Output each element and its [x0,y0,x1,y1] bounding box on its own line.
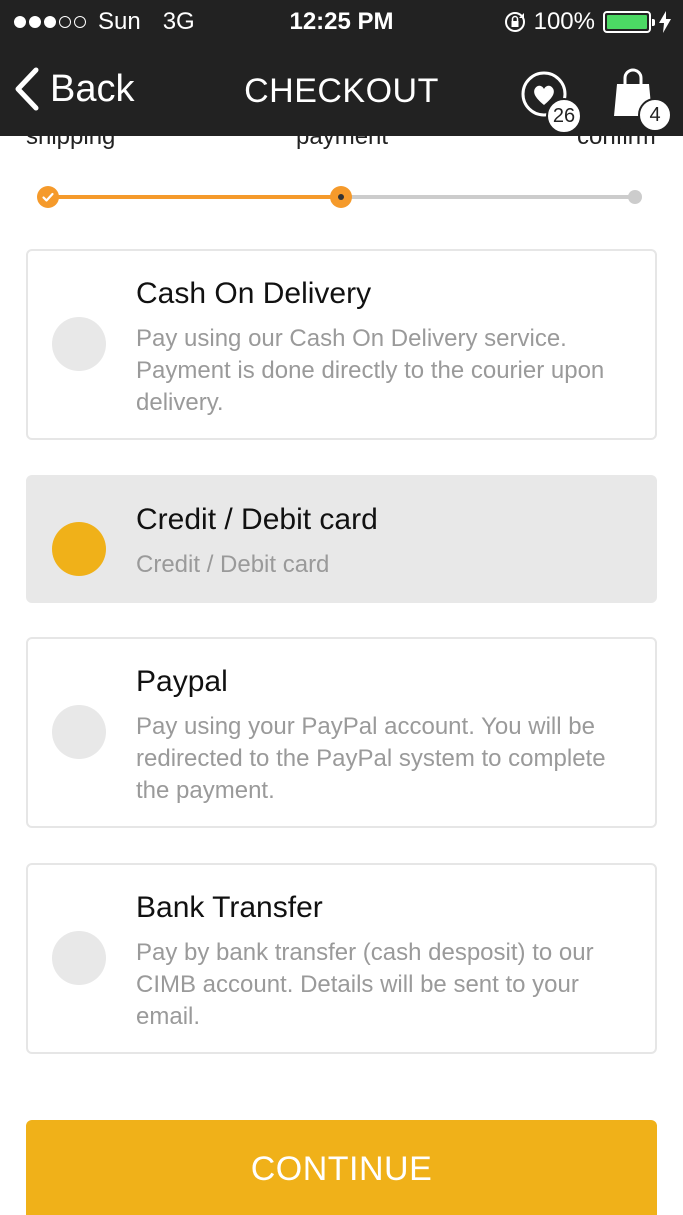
radio-button[interactable] [52,317,106,371]
option-title: Bank Transfer [136,891,323,924]
radio-button-selected[interactable] [52,522,106,576]
progress-fill [48,195,341,199]
step-pending-indicator [628,190,642,204]
step-complete-check-icon [37,186,59,208]
step-label-payment: payment [296,123,389,150]
payment-option-credit-debit-card[interactable]: Credit / Debit card Credit / Debit card [26,475,657,603]
rotation-lock-icon [504,12,525,32]
payment-option-cash-on-delivery[interactable]: Cash On Delivery Pay using our Cash On D… [26,249,657,440]
status-bar: Sun 3G 12:25 PM 100% [0,0,683,46]
checkout-screen: Sun 3G 12:25 PM 100% Back CHECKOUT 26 4 … [0,0,683,1215]
step-label-confirm: confirm [577,123,656,150]
option-title: Cash On Delivery [136,277,372,310]
payment-option-bank-transfer[interactable]: Bank Transfer Pay by bank transfer (cash… [26,863,657,1054]
option-title: Credit / Debit card [136,503,378,536]
step-label-shipping: shipping [26,123,116,150]
option-description: Pay using your PayPal account. You will … [136,713,606,804]
option-description: Pay by bank transfer (cash desposit) to … [136,939,594,1030]
step-current-indicator [330,186,352,208]
battery-icon [603,11,655,33]
option-description: Pay using our Cash On Delivery service. … [136,325,605,416]
payment-option-paypal[interactable]: Paypal Pay using your PayPal account. Yo… [26,637,657,828]
radio-button[interactable] [52,705,106,759]
continue-button[interactable]: CONTINUE [26,1120,657,1215]
charging-icon [659,11,671,33]
option-description: Credit / Debit card [136,551,330,578]
radio-button[interactable] [52,931,106,985]
option-title: Paypal [136,665,228,698]
status-right: 100% [504,8,671,36]
battery-percent: 100% [533,8,595,35]
page-title: CHECKOUT [244,72,439,110]
